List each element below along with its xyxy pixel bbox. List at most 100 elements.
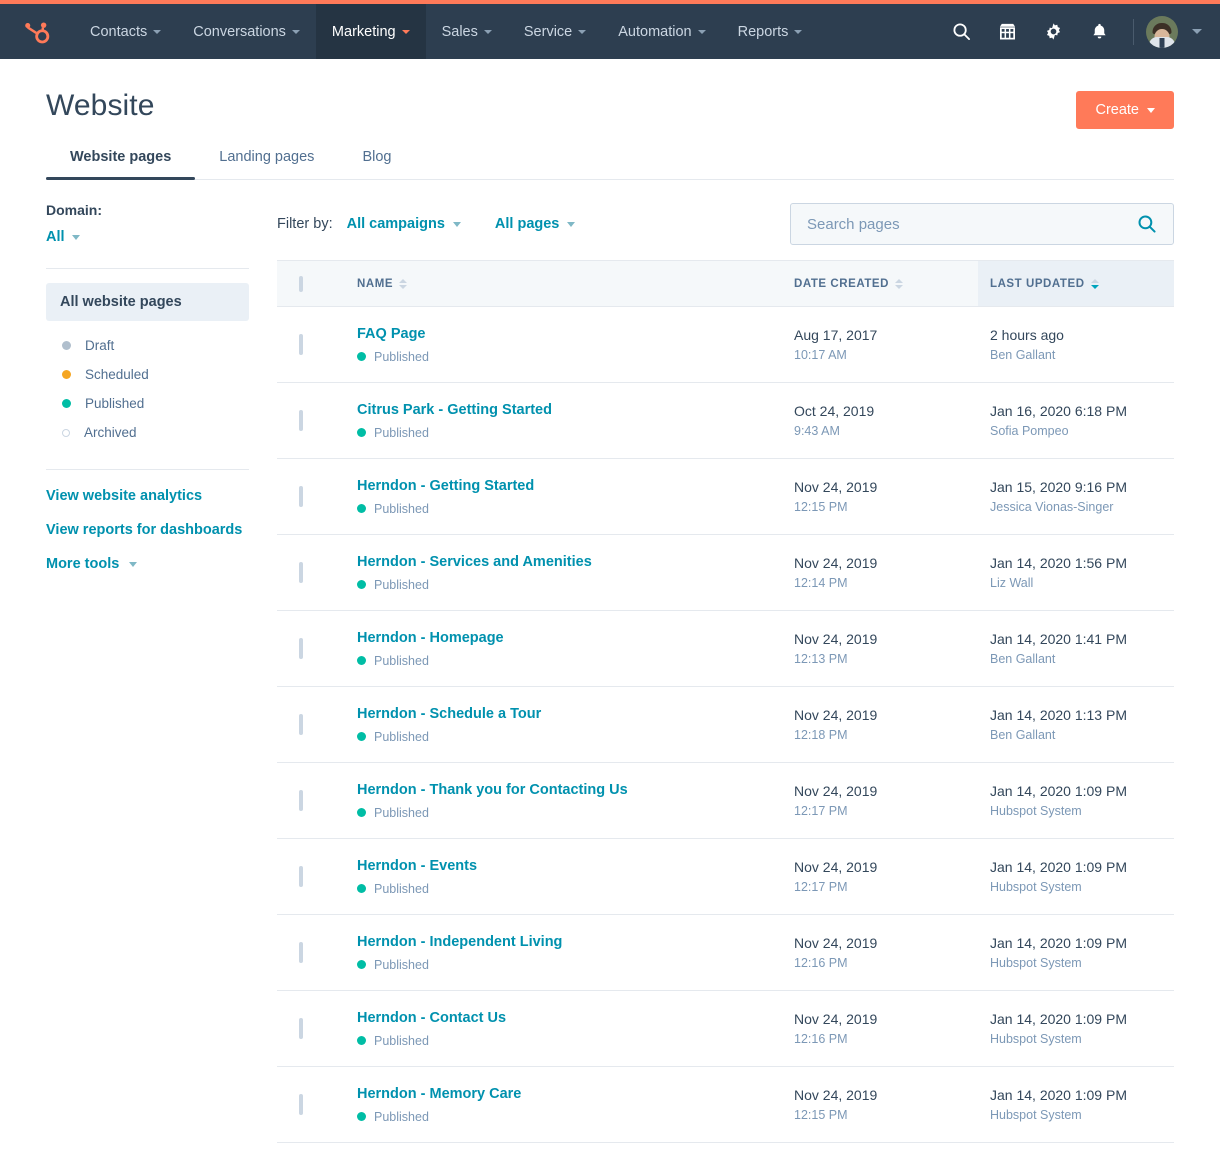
column-header-last-updated[interactable]: LAST UPDATED: [978, 260, 1174, 307]
row-checkbox[interactable]: [299, 1017, 303, 1039]
row-checkbox[interactable]: [299, 333, 303, 355]
sort-toggle-date-created-icon[interactable]: [894, 278, 903, 289]
tab-blog[interactable]: Blog: [338, 149, 415, 179]
tab-website-pages[interactable]: Website pages: [46, 149, 196, 180]
page-title-link[interactable]: Herndon - Services and Amenities: [357, 554, 770, 570]
link-more-tools[interactable]: More tools: [46, 556, 249, 572]
date-created-value: Nov 24, 2019: [794, 859, 878, 875]
nav-item-automation[interactable]: Automation: [602, 4, 721, 59]
row-checkbox[interactable]: [299, 485, 303, 507]
row-status-label: Published: [374, 349, 429, 364]
global-search-button[interactable]: [939, 4, 983, 59]
sidebar-item-scheduled[interactable]: Scheduled: [46, 360, 249, 389]
row-status-label: Published: [374, 577, 429, 592]
row-checkbox[interactable]: [299, 789, 303, 811]
last-updated-author: Sofia Pompeo: [990, 424, 1069, 438]
marketplace-button[interactable]: [985, 4, 1029, 59]
table-row[interactable]: Herndon - About: [277, 1142, 1174, 1150]
sidebar-item-archived[interactable]: Archived: [46, 418, 249, 447]
nav-item-marketing[interactable]: Marketing: [315, 4, 426, 59]
account-menu-chevron-down-icon[interactable]: [1192, 29, 1202, 34]
tab-landing-pages[interactable]: Landing pages: [195, 149, 338, 179]
link-view-reports-for-dashboards[interactable]: View reports for dashboards: [46, 522, 249, 538]
last-updated-author: Ben Gallant: [990, 652, 1056, 666]
sidebar-item-draft[interactable]: Draft: [46, 331, 249, 360]
nav-item-sales[interactable]: Sales: [426, 4, 508, 59]
row-status: Published: [357, 730, 770, 744]
page-title-link[interactable]: Herndon - Memory Care: [357, 1086, 770, 1102]
table-row[interactable]: Citrus Park - Getting Started Published …: [277, 382, 1174, 459]
search-pages-container[interactable]: [790, 203, 1174, 245]
table-row[interactable]: Herndon - Schedule a Tour Published Nov …: [277, 686, 1174, 763]
table-row[interactable]: Herndon - Events Published Nov 24, 2019 …: [277, 838, 1174, 915]
nav-utility-area: [939, 4, 1220, 59]
page-title-link[interactable]: Herndon - Events: [357, 858, 770, 874]
column-header-name[interactable]: NAME: [345, 260, 782, 307]
table-row[interactable]: Herndon - Memory Care Published Nov 24, …: [277, 1066, 1174, 1143]
sidebar-item-all-website-pages[interactable]: All website pages: [46, 283, 249, 321]
page-title-link[interactable]: Herndon - Getting Started: [357, 478, 770, 494]
nav-item-conversations[interactable]: Conversations: [177, 4, 316, 59]
row-status: Published: [357, 578, 770, 592]
row-status-label: Published: [374, 501, 429, 516]
nav-divider: [1133, 18, 1134, 45]
row-date-created-cell: Nov 24, 2019 12:16 PM: [782, 990, 978, 1067]
row-status: Published: [357, 426, 770, 440]
hubspot-logo[interactable]: [0, 4, 74, 59]
page-title-link[interactable]: Herndon - Schedule a Tour: [357, 706, 770, 722]
last-updated-author: Ben Gallant: [990, 728, 1056, 742]
table-row[interactable]: FAQ Page Published Aug 17, 2017 10:17 AM…: [277, 306, 1174, 383]
select-all-checkbox[interactable]: [299, 275, 303, 292]
row-checkbox[interactable]: [299, 561, 303, 583]
page-title-link[interactable]: Herndon - Thank you for Contacting Us: [357, 782, 770, 798]
table-row[interactable]: Herndon - Independent Living Published N…: [277, 914, 1174, 991]
sidebar-item-label: Published: [85, 396, 145, 411]
last-updated-value: Jan 14, 2020 1:09 PM: [990, 859, 1127, 875]
row-status: Published: [357, 1034, 770, 1048]
campaign-filter-dropdown[interactable]: All campaigns: [347, 216, 461, 232]
row-date-created-cell: [782, 1142, 978, 1150]
last-updated-author: Hubspot System: [990, 1108, 1082, 1122]
column-header-date-created[interactable]: DATE CREATED: [782, 260, 978, 307]
sidebar-item-published[interactable]: Published: [46, 389, 249, 418]
row-checkbox[interactable]: [299, 409, 303, 431]
sort-toggle-name-icon[interactable]: [399, 278, 408, 289]
row-checkbox[interactable]: [299, 637, 303, 659]
page-title-link[interactable]: Herndon - Homepage: [357, 630, 770, 646]
table-row[interactable]: Herndon - Contact Us Published Nov 24, 2…: [277, 990, 1174, 1067]
search-input[interactable]: [807, 215, 1137, 233]
row-checkbox[interactable]: [299, 941, 303, 963]
page-title-link[interactable]: Citrus Park - Getting Started: [357, 402, 770, 418]
table-row[interactable]: Herndon - Services and Amenities Publish…: [277, 534, 1174, 611]
create-button[interactable]: Create: [1076, 91, 1174, 129]
page-title-link[interactable]: Herndon - Contact Us: [357, 1010, 770, 1026]
nav-item-contacts[interactable]: Contacts: [74, 4, 177, 59]
last-updated-value: Jan 14, 2020 1:09 PM: [990, 1011, 1127, 1027]
row-name-cell: Herndon - Memory Care Published: [345, 1066, 782, 1143]
settings-button[interactable]: [1031, 4, 1075, 59]
row-checkbox[interactable]: [299, 1093, 303, 1115]
date-created-value: Aug 17, 2017: [794, 327, 878, 343]
domain-filter-dropdown[interactable]: All: [46, 229, 80, 245]
row-checkbox[interactable]: [299, 713, 303, 735]
search-icon[interactable]: [1137, 214, 1157, 234]
page-title-link[interactable]: Herndon - Independent Living: [357, 934, 770, 950]
table-row[interactable]: Herndon - Thank you for Contacting Us Pu…: [277, 762, 1174, 839]
row-checkbox[interactable]: [299, 865, 303, 887]
nav-item-service[interactable]: Service: [508, 4, 602, 59]
time-created-value: 12:16 PM: [794, 956, 848, 970]
user-avatar[interactable]: [1146, 15, 1178, 48]
table-row[interactable]: Herndon - Homepage Published Nov 24, 201…: [277, 610, 1174, 687]
table-row[interactable]: Herndon - Getting Started Published Nov …: [277, 458, 1174, 535]
table-header: NAME DATE CREATED LAST UPDATED: [277, 260, 1174, 307]
column-label: LAST UPDATED: [990, 277, 1085, 290]
notifications-button[interactable]: [1077, 4, 1121, 59]
link-view-website-analytics[interactable]: View website analytics: [46, 488, 249, 504]
sort-toggle-last-updated-icon[interactable]: [1090, 278, 1099, 289]
chevron-down-icon: [71, 234, 80, 240]
pages-filter-dropdown[interactable]: All pages: [495, 216, 576, 232]
page-title-link[interactable]: FAQ Page: [357, 326, 770, 342]
chevron-down-icon: [794, 29, 803, 34]
nav-item-reports[interactable]: Reports: [722, 4, 819, 59]
sidebar-status-filters: Draft Scheduled Published Archived: [46, 331, 249, 447]
